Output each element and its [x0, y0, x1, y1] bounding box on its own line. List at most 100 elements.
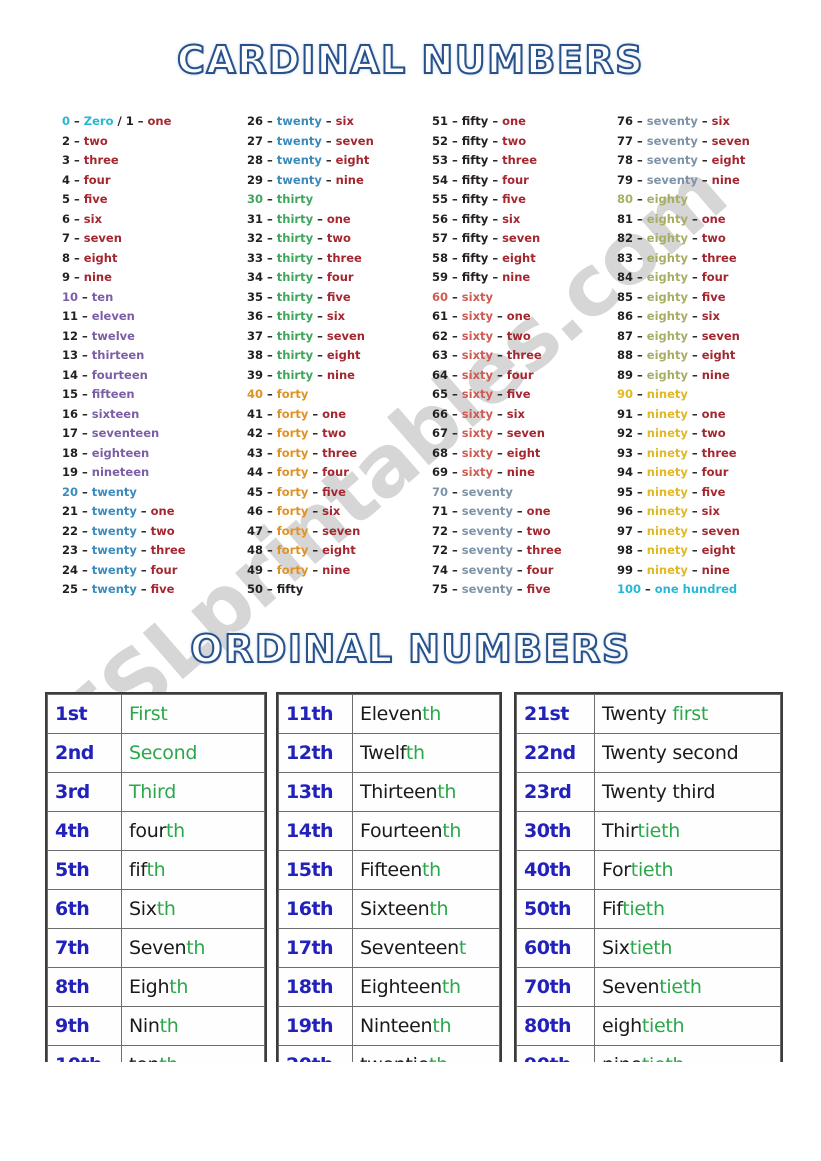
- ordinal-word-base: Ninteen: [360, 1015, 433, 1037]
- cardinal-entry: 14 – fourteen: [62, 366, 247, 386]
- cardinal-numeral: 9: [62, 270, 71, 284]
- cardinal-numeral: 62: [432, 328, 449, 343]
- ordinal-word-suffix: First: [129, 703, 168, 725]
- dash-separator: –: [448, 133, 462, 148]
- cardinal-word: eighty: [646, 309, 688, 323]
- cardinal-word: nine: [701, 367, 730, 382]
- cardinal-numeral: 12: [62, 328, 79, 343]
- dash-separator: –: [78, 367, 92, 382]
- table-row: 15th Fifteenth: [278, 850, 500, 890]
- dash-separator: –: [633, 465, 647, 479]
- dash-separator: –: [492, 426, 507, 440]
- cardinal-numbers-title: CARDINAL NUMBERS: [176, 37, 644, 83]
- dash-separator: –: [313, 367, 327, 382]
- dash-separator: –: [687, 289, 702, 304]
- cardinal-word: seven: [322, 523, 361, 538]
- ordinal-word-cell: Fiftieth: [594, 889, 781, 929]
- cardinal-entry: 18 – eighteen: [62, 444, 247, 464]
- cardinal-numeral: 72: [432, 543, 449, 557]
- dash-separator: –: [263, 562, 277, 577]
- dash-separator: –: [448, 562, 462, 577]
- ordinal-word-suffix: tieth: [642, 1054, 685, 1062]
- ordinal-word-suffix: th: [156, 898, 176, 920]
- cardinal-entry: 76 – seventy – six: [617, 112, 807, 132]
- cardinal-word: eighty: [646, 367, 688, 382]
- cardinal-word: eight: [506, 445, 541, 460]
- dash-separator: –: [78, 387, 92, 401]
- cardinal-word: one: [701, 211, 726, 226]
- dash-separator: –: [70, 153, 84, 167]
- ordinal-word-suffix: Second: [129, 742, 198, 764]
- cardinal-entry: 29 – twenty – nine: [247, 171, 432, 191]
- ordinal-word-cell: fourth: [121, 811, 265, 851]
- dash-separator: –: [641, 582, 655, 596]
- dash-separator: –: [687, 231, 702, 245]
- table-row: 8th Eighth: [47, 967, 265, 1007]
- dash-separator: –: [448, 231, 462, 245]
- cardinal-entry: 47 – forty – seven: [247, 522, 432, 542]
- cardinal-word: sixty: [461, 309, 493, 323]
- dash-separator: –: [78, 582, 92, 596]
- cardinal-word: fifty: [461, 270, 489, 284]
- cardinal-numeral: 6: [62, 211, 71, 226]
- cardinal-word: thirty: [276, 289, 314, 304]
- dash-separator: –: [78, 445, 92, 460]
- cardinal-word: four: [322, 465, 349, 479]
- dash-separator: –: [488, 133, 503, 148]
- cardinal-numeral: 38: [247, 348, 264, 362]
- ordinal-word-cell: Sixth: [121, 889, 265, 929]
- cardinal-entry: 72 – seventy – two: [432, 522, 617, 542]
- dash-separator: –: [321, 172, 336, 187]
- cardinal-word: seven: [701, 328, 740, 343]
- cardinal-numeral: 90: [617, 387, 634, 401]
- cardinal-numeral: 7: [62, 231, 71, 245]
- dash-separator: –: [633, 211, 647, 226]
- ordinal-table: 1st First 2nd Second 3rd Third 4th fourth 5th fif…: [47, 694, 265, 1062]
- dash-separator: –: [313, 309, 327, 323]
- ordinal-word-suffix: th: [437, 781, 457, 803]
- cardinal-entry: 37 – thirty – seven: [247, 327, 432, 347]
- ordinal-word-suffix: first: [672, 703, 709, 725]
- cardinal-entry: 46 – forty – six: [247, 502, 432, 522]
- dash-separator: –: [448, 543, 462, 557]
- cardinal-word: four: [701, 270, 729, 284]
- ordinal-numeral-cell: 15th: [278, 850, 353, 890]
- dash-separator: –: [321, 153, 336, 167]
- cardinal-numeral: 66: [432, 406, 449, 421]
- cardinal-word: nineteen: [91, 465, 150, 479]
- dash-separator: –: [633, 250, 647, 265]
- cardinal-word: six: [83, 211, 102, 226]
- cardinal-entry: 69 – sixty – nine: [432, 463, 617, 483]
- dash-separator: –: [492, 387, 507, 401]
- dash-separator: –: [687, 484, 702, 499]
- ordinal-block-3: 21st Twenty first 22nd Twenty second 23rd Twe…: [514, 692, 783, 1062]
- ordinal-numeral-cell: 60th: [516, 928, 595, 968]
- table-row: 3rd Third: [47, 772, 265, 812]
- cardinal-entry: 70 – seventy: [432, 483, 617, 503]
- cardinal-word: thirty: [276, 328, 314, 343]
- ordinal-word-suffix: tieth: [622, 898, 665, 920]
- cardinal-numeral: 97: [617, 523, 634, 538]
- dash-separator: –: [448, 445, 462, 460]
- cardinal-word: one: [701, 406, 726, 421]
- table-row: 9th Ninth: [47, 1006, 265, 1046]
- cardinal-word: three: [506, 348, 542, 362]
- cardinal-word: two: [701, 426, 726, 440]
- cardinal-entry: 97 – ninety – seven: [617, 522, 807, 542]
- dash-separator: –: [448, 309, 462, 323]
- dash-separator: –: [488, 114, 503, 128]
- ordinal-numbers-title: ORDINAL NUMBERS: [189, 626, 631, 672]
- ordinal-numeral-cell: 50th: [516, 889, 595, 929]
- dash-separator: –: [492, 465, 507, 479]
- ordinal-word-base: Thir: [602, 820, 638, 842]
- table-row: 10thtenth: [47, 1045, 265, 1062]
- cardinal-numbers-list: 0 – Zero / 1 – one 2 – two 3 – three 4 – fo…: [0, 112, 821, 600]
- dash-separator: –: [633, 543, 647, 557]
- cardinal-word: twenty: [91, 562, 137, 577]
- cardinal-numeral: 68: [432, 445, 449, 460]
- ordinal-word-suffix: th: [146, 859, 166, 881]
- cardinal-word: Zero: [83, 114, 114, 128]
- dash-separator: –: [78, 309, 92, 323]
- cardinal-entry: 77 – seventy – seven: [617, 132, 807, 152]
- dash-separator: –: [633, 426, 647, 440]
